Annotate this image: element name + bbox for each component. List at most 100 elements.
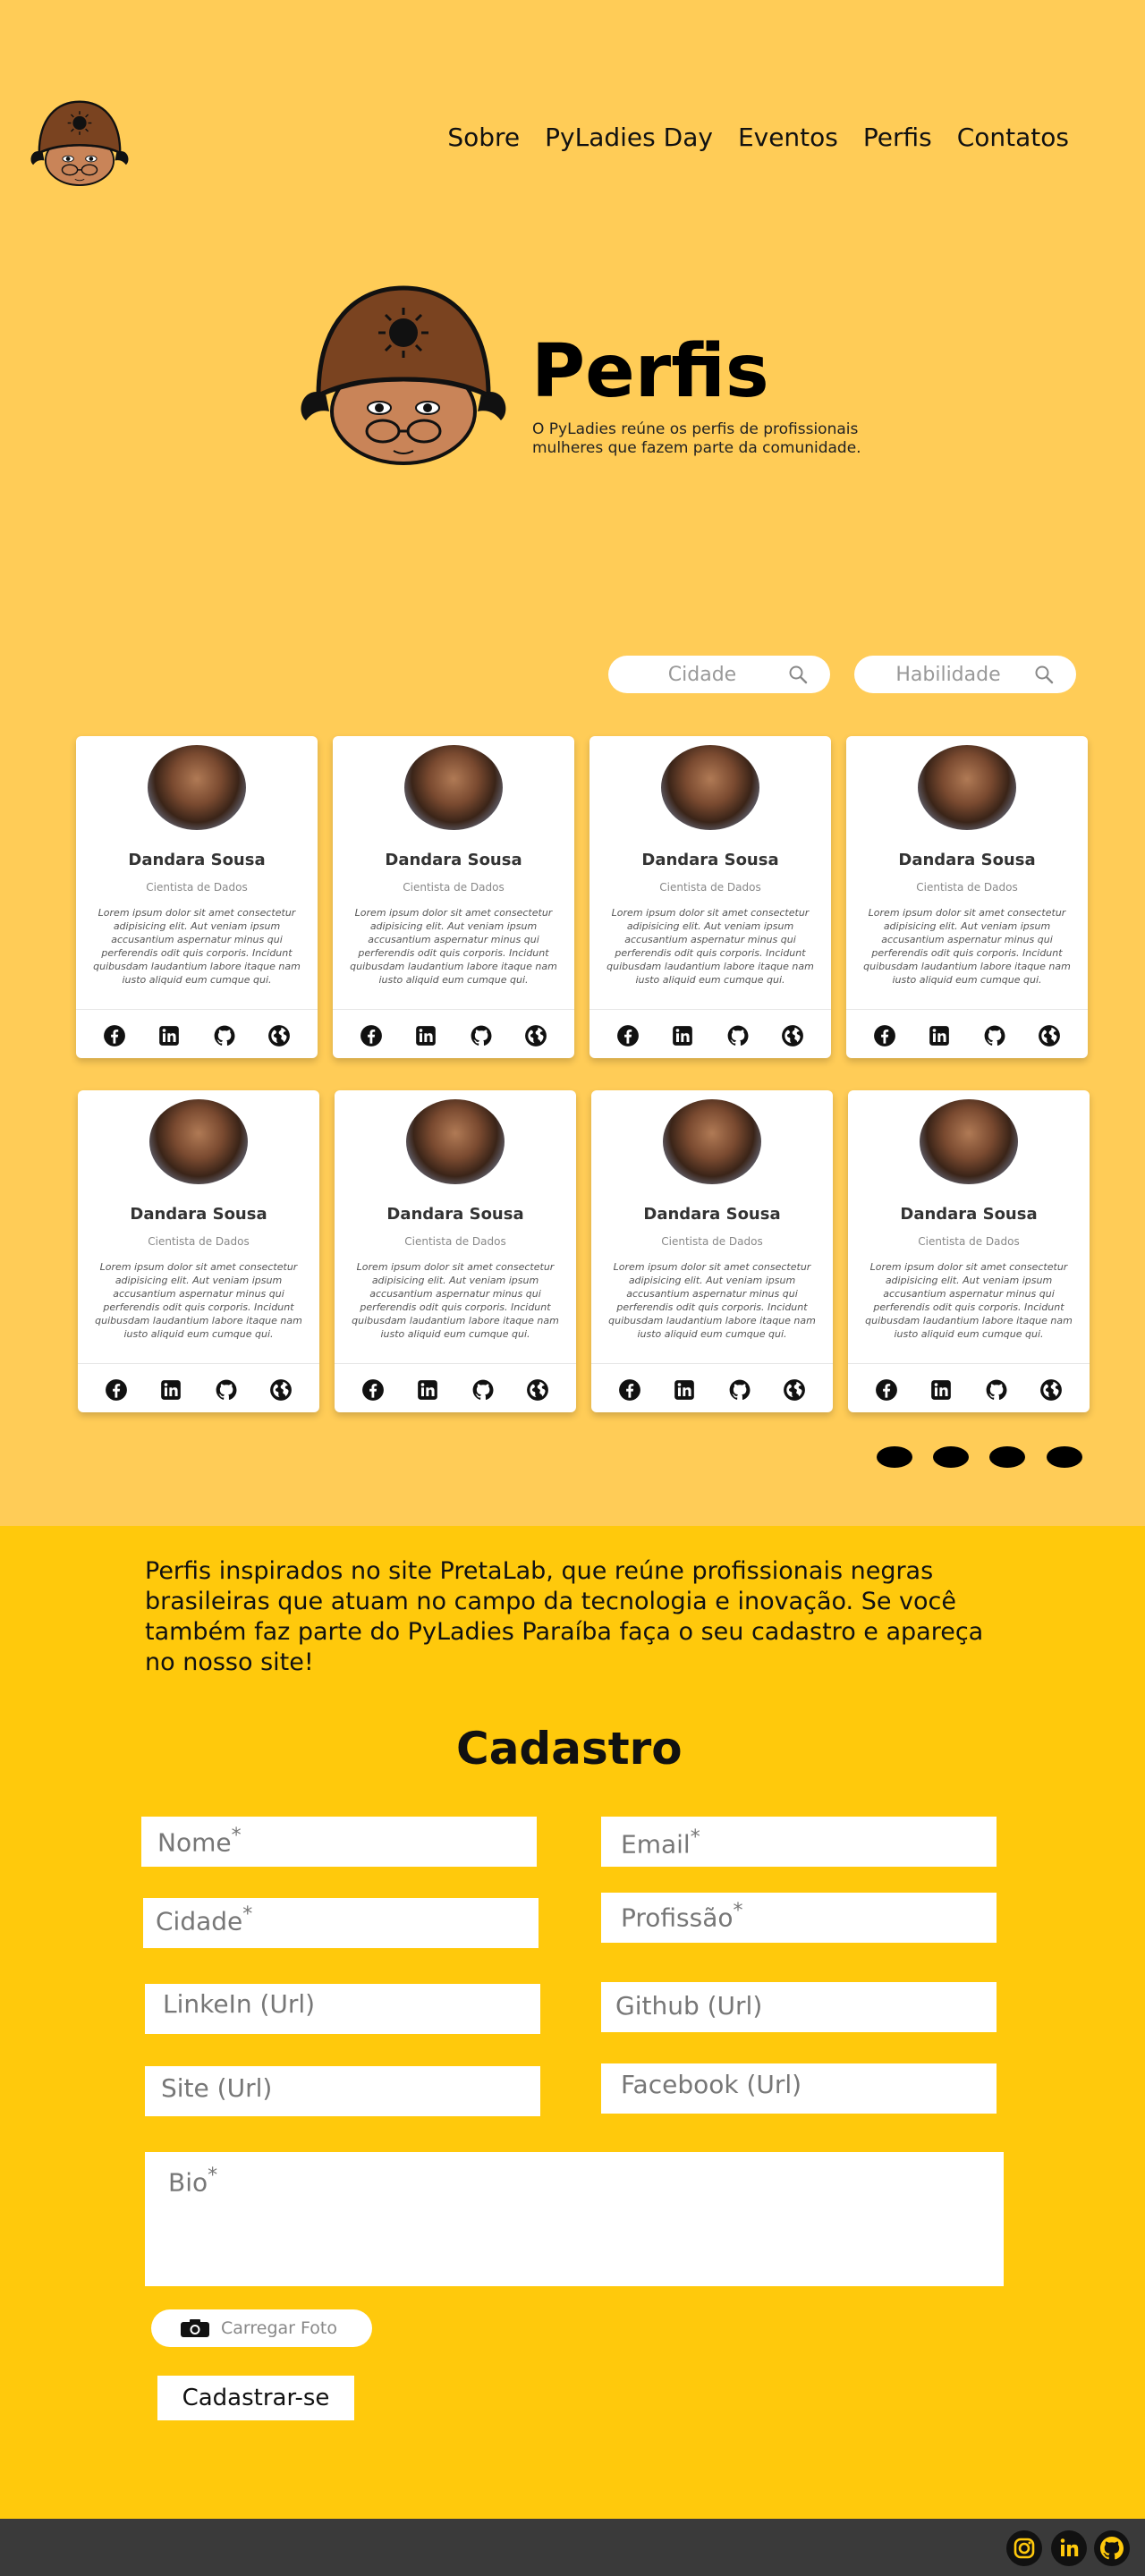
submit-button[interactable]: Cadastrar-se xyxy=(157,2376,354,2420)
pagination-dot[interactable] xyxy=(933,1446,969,1468)
globe-icon[interactable] xyxy=(1038,1024,1061,1047)
github-icon[interactable] xyxy=(213,1024,236,1047)
city-filter xyxy=(608,656,830,693)
globe-icon[interactable] xyxy=(781,1024,804,1047)
profile-social-links xyxy=(589,1024,831,1047)
search-icon[interactable] xyxy=(787,664,809,685)
github-icon[interactable] xyxy=(983,1024,1006,1047)
pyladies-mascot-icon xyxy=(293,277,513,465)
profile-role: Cientista de Dados xyxy=(659,881,761,894)
github-icon[interactable] xyxy=(726,1024,750,1047)
profile-social-links xyxy=(848,1378,1090,1402)
site-header: Sobre PyLadies Day Eventos Perfis Contat… xyxy=(0,0,1145,197)
profile-social-links xyxy=(76,1024,318,1047)
profile-avatar xyxy=(661,745,759,830)
pagination-dot[interactable] xyxy=(989,1446,1025,1468)
card-divider xyxy=(76,1009,318,1010)
city-filter-input[interactable] xyxy=(626,656,778,693)
globe-icon[interactable] xyxy=(269,1378,293,1402)
skill-filter xyxy=(854,656,1076,693)
profile-card: Dandara Sousa Cientista de Dados Lorem ips… xyxy=(848,1090,1090,1412)
facebook-icon[interactable] xyxy=(361,1378,385,1402)
profile-avatar xyxy=(149,1099,248,1184)
profile-card: Dandara Sousa Cientista de Dados Lorem ips… xyxy=(335,1090,576,1412)
card-divider xyxy=(333,1009,574,1010)
profile-name: Dandara Sousa xyxy=(898,851,1036,869)
globe-icon[interactable] xyxy=(267,1024,291,1047)
facebook-icon[interactable] xyxy=(360,1024,383,1047)
profile-role: Cientista de Dados xyxy=(403,881,505,894)
globe-icon[interactable] xyxy=(524,1024,547,1047)
linkedin-icon[interactable] xyxy=(157,1024,181,1047)
github-field[interactable] xyxy=(601,1982,997,2032)
cidade-field[interactable] xyxy=(143,1898,539,1948)
profile-role: Cientista de Dados xyxy=(404,1235,506,1248)
nav-item-sobre[interactable]: Sobre xyxy=(447,123,520,152)
profile-role: Cientista de Dados xyxy=(146,881,248,894)
facebook-icon[interactable] xyxy=(618,1378,641,1402)
site-field[interactable] xyxy=(145,2066,540,2116)
facebook-icon[interactable] xyxy=(873,1024,896,1047)
profile-name: Dandara Sousa xyxy=(900,1205,1038,1224)
profile-name: Dandara Sousa xyxy=(643,1205,781,1224)
profile-avatar xyxy=(148,745,246,830)
profile-bio: Lorem ipsum dolor sit amet consectetur a… xyxy=(95,1261,302,1340)
profile-role: Cientista de Dados xyxy=(148,1235,250,1248)
nav-item-pyladies-day[interactable]: PyLadies Day xyxy=(545,123,713,152)
github-icon[interactable] xyxy=(470,1024,493,1047)
globe-icon[interactable] xyxy=(783,1378,806,1402)
nav-item-contatos[interactable]: Contatos xyxy=(957,123,1069,152)
linkedin-icon[interactable] xyxy=(416,1378,439,1402)
facebook-icon[interactable] xyxy=(875,1378,898,1402)
profile-bio: Lorem ipsum dolor sit amet consectetur a… xyxy=(93,907,301,986)
bio-field[interactable] xyxy=(145,2152,1004,2286)
profile-card: Dandara Sousa Cientista de Dados Lorem ips… xyxy=(846,736,1088,1058)
pagination-dot[interactable] xyxy=(1047,1446,1082,1468)
linkedin-icon[interactable] xyxy=(673,1378,696,1402)
email-field[interactable] xyxy=(601,1817,997,1867)
search-icon[interactable] xyxy=(1033,664,1055,685)
profile-name: Dandara Sousa xyxy=(385,851,522,869)
nome-field[interactable] xyxy=(141,1817,537,1867)
card-divider xyxy=(78,1363,319,1364)
upload-photo-label: Carregar Foto xyxy=(221,2318,337,2338)
profile-card: Dandara Sousa Cientista de Dados Lorem ips… xyxy=(76,736,318,1058)
profile-avatar xyxy=(920,1099,1018,1184)
card-divider xyxy=(335,1363,576,1364)
linkedin-icon[interactable] xyxy=(1050,2529,1088,2567)
facebook-icon[interactable] xyxy=(105,1378,128,1402)
globe-icon[interactable] xyxy=(526,1378,549,1402)
pagination-dot[interactable] xyxy=(877,1446,912,1468)
github-icon[interactable] xyxy=(215,1378,238,1402)
github-icon[interactable] xyxy=(471,1378,495,1402)
main-nav: Sobre PyLadies Day Eventos Perfis Contat… xyxy=(447,123,1069,152)
facebook-field[interactable] xyxy=(601,2063,997,2114)
camera-icon xyxy=(180,2318,210,2338)
upload-photo-button[interactable]: Carregar Foto xyxy=(151,2309,372,2347)
linkedin-field[interactable] xyxy=(145,1984,540,2034)
profile-avatar xyxy=(918,745,1016,830)
profile-bio: Lorem ipsum dolor sit amet consectetur a… xyxy=(863,907,1071,986)
profile-bio: Lorem ipsum dolor sit amet consectetur a… xyxy=(606,907,814,986)
facebook-icon[interactable] xyxy=(103,1024,126,1047)
linkedin-icon[interactable] xyxy=(159,1378,182,1402)
globe-icon[interactable] xyxy=(1039,1378,1063,1402)
pyladies-logo-icon[interactable] xyxy=(25,97,134,186)
skill-filter-input[interactable] xyxy=(872,656,1024,693)
github-icon[interactable] xyxy=(1093,2529,1131,2567)
profissao-field[interactable] xyxy=(601,1893,997,1943)
signup-intro: Perfis inspirados no site PretaLab, que … xyxy=(145,1557,984,1676)
profile-role: Cientista de Dados xyxy=(916,881,1018,894)
linkedin-icon[interactable] xyxy=(929,1378,953,1402)
linkedin-icon[interactable] xyxy=(928,1024,951,1047)
linkedin-icon[interactable] xyxy=(414,1024,437,1047)
facebook-icon[interactable] xyxy=(616,1024,640,1047)
profile-avatar xyxy=(406,1099,505,1184)
instagram-icon[interactable] xyxy=(1005,2529,1043,2567)
nav-item-eventos[interactable]: Eventos xyxy=(738,123,838,152)
github-icon[interactable] xyxy=(985,1378,1008,1402)
github-icon[interactable] xyxy=(728,1378,751,1402)
nav-item-perfis[interactable]: Perfis xyxy=(863,123,932,152)
linkedin-icon[interactable] xyxy=(671,1024,694,1047)
profile-bio: Lorem ipsum dolor sit amet consectetur a… xyxy=(865,1261,1073,1340)
